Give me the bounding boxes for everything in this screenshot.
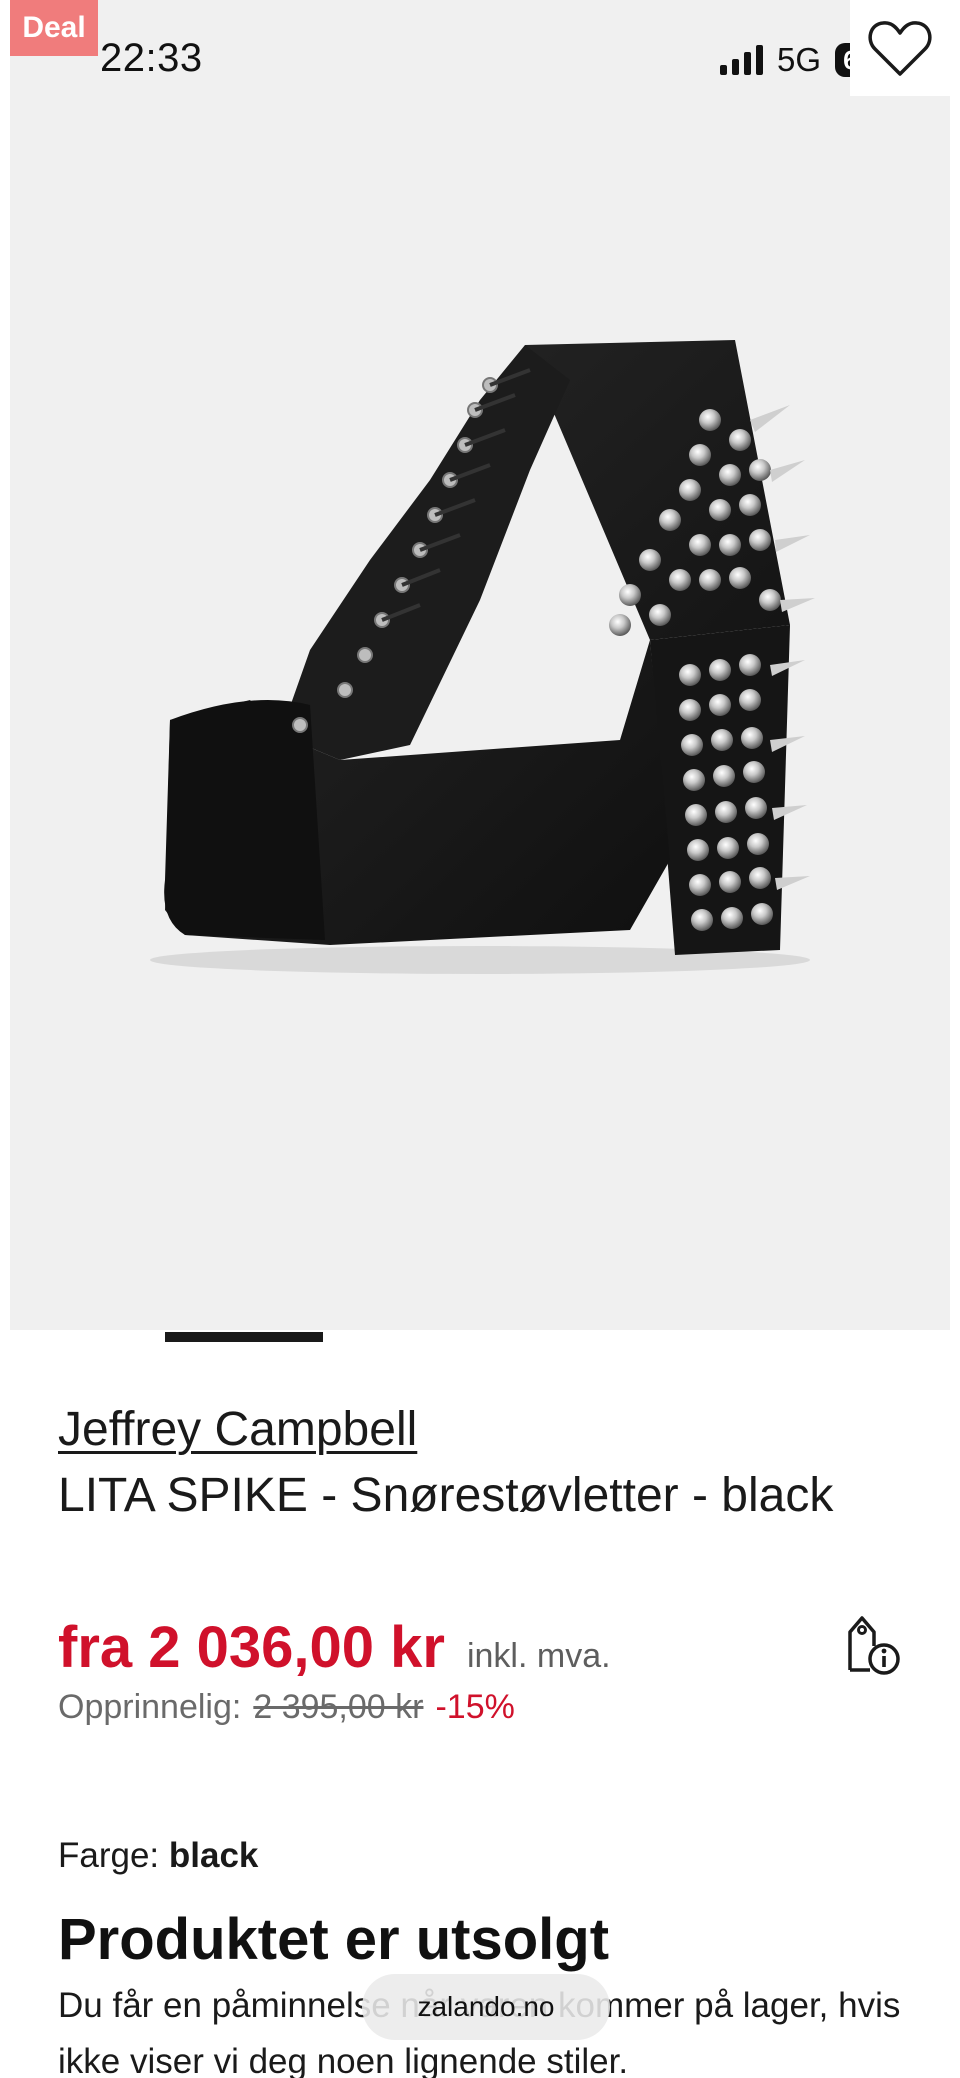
- sale-price: fra 2 036,00 kr: [58, 1615, 445, 1680]
- price-info-button[interactable]: [836, 1606, 902, 1676]
- deal-badge: Deal: [10, 0, 98, 56]
- product-image-carousel[interactable]: [10, 0, 950, 1330]
- original-price-label: Opprinnelig:: [58, 1688, 242, 1726]
- product-name: LITA SPIKE - Snørestøvletter - black: [58, 1469, 834, 1522]
- network-type: 5G: [777, 41, 822, 78]
- wishlist-button[interactable]: [850, 0, 950, 96]
- original-price-row: Opprinnelig: 2 395,00 kr -15%: [58, 1688, 515, 1727]
- original-price: 2 395,00 kr: [253, 1688, 424, 1726]
- price-row: fra 2 036,00 kr inkl. mva.: [58, 1614, 611, 1681]
- brand-link[interactable]: Jeffrey Campbell: [58, 1402, 417, 1457]
- carousel-indicator[interactable]: [165, 1332, 323, 1342]
- status-time: 22:33: [100, 36, 203, 80]
- color-label: Farge:: [58, 1836, 169, 1875]
- product-image: [150, 340, 815, 974]
- heart-outline-icon: [868, 21, 932, 76]
- browser-url-bar[interactable]: zalando.no: [362, 1974, 610, 2040]
- cellular-signal-icon: [720, 45, 764, 75]
- sold-out-title: Produktet er utsolgt: [58, 1907, 610, 1972]
- color-selection: Farge: black: [58, 1836, 258, 1876]
- discount-percent: -15%: [435, 1688, 515, 1726]
- color-value: black: [168, 1836, 259, 1875]
- vat-note: inkl. mva.: [466, 1637, 611, 1675]
- tag-info-icon: [848, 1616, 900, 1675]
